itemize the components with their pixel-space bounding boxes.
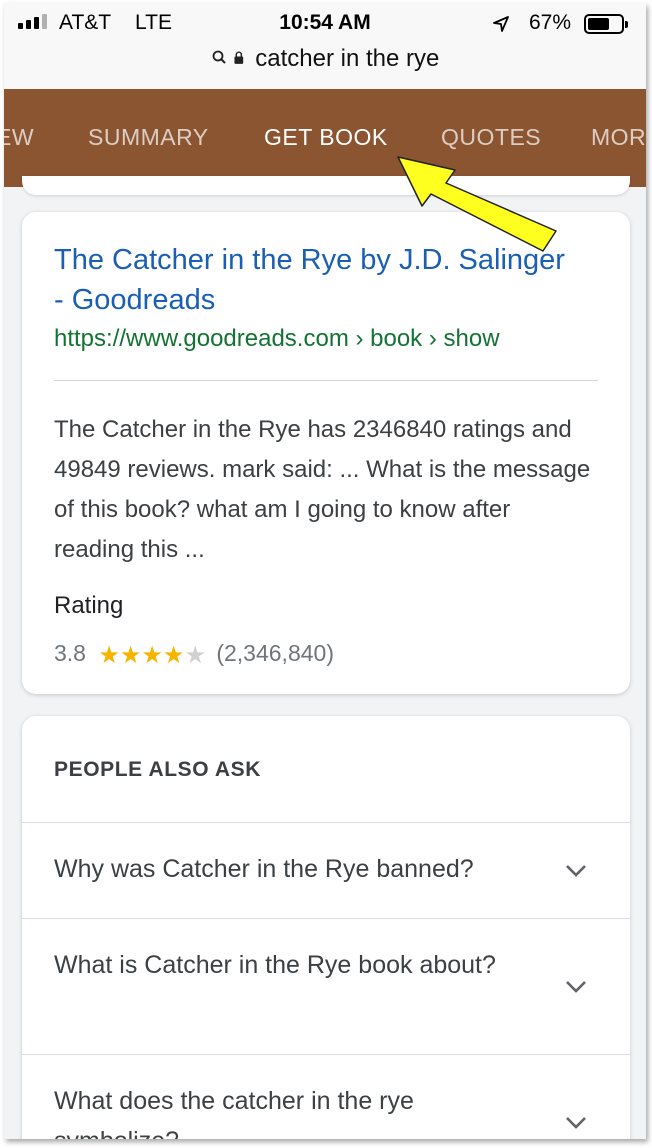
chevron-down-icon (566, 865, 586, 877)
topic-tab-bar: EW SUMMARY GET BOOK QUOTES MOR (4, 89, 646, 187)
rating-row: 3.8 ★★★★★ (2,346,840) (54, 640, 334, 670)
question-item[interactable]: What is Catcher in the Rye book about? (22, 918, 630, 1054)
chevron-down-icon (566, 1117, 586, 1129)
tab-overview[interactable]: EW (4, 124, 34, 151)
star-empty-icon: ★ (184, 642, 206, 669)
people-also-ask-card: PEOPLE ALSO ASK Why was Catcher in the R… (22, 716, 630, 1139)
chevron-down-icon (566, 981, 586, 993)
phone-screen: AT&T LTE 10:54 AM 67% catcher in the rye (4, 3, 646, 1139)
tab-more[interactable]: MOR (591, 124, 646, 151)
lock-icon (234, 51, 243, 64)
star-filled-icon: ★ (119, 642, 142, 669)
star-filled-icon: ★ (162, 642, 185, 669)
result-url[interactable]: https://www.goodreads.com › book › show (54, 325, 500, 353)
star-filled-icon: ★ (141, 642, 163, 669)
star-rating: ★★★★★ (98, 641, 206, 670)
address-bar[interactable]: catcher in the rye (4, 45, 646, 73)
divider (54, 380, 598, 381)
tab-quotes[interactable]: QUOTES (441, 124, 541, 151)
question-item[interactable]: Why was Catcher in the Rye banned? (22, 822, 630, 918)
rating-value: 3.8 (54, 640, 86, 666)
search-icon (212, 50, 226, 64)
tab-summary[interactable]: SUMMARY (88, 124, 209, 151)
location-arrow-icon (493, 16, 509, 32)
battery-percent: 67% (529, 11, 572, 34)
question-text: What is Catcher in the Rye book about? (54, 951, 496, 979)
previous-card-edge (22, 176, 630, 195)
address-query: catcher in the rye (255, 45, 440, 72)
result-snippet: The Catcher in the Rye has 2346840 ratin… (54, 416, 591, 563)
result-title-link[interactable]: The Catcher in the Rye by J.D. Salinger … (54, 240, 574, 320)
star-filled-icon: ★ (98, 642, 120, 669)
people-also-ask-heading: PEOPLE ALSO ASK (54, 758, 261, 781)
status-bar: AT&T LTE 10:54 AM 67% (4, 3, 646, 43)
rating-label: Rating (54, 592, 124, 619)
battery-icon (584, 14, 628, 34)
question-text: Why was Catcher in the Rye banned? (54, 855, 474, 883)
tab-get-book[interactable]: GET BOOK (264, 124, 388, 151)
rating-count: (2,346,840) (216, 640, 334, 666)
question-item[interactable]: What does the catcher in the rye symboli… (22, 1054, 630, 1139)
question-text: What does the catcher in the rye symboli… (54, 1087, 414, 1139)
browser-top-bar: AT&T LTE 10:54 AM 67% catcher in the rye (4, 3, 646, 89)
search-result-card: The Catcher in the Rye by J.D. Salinger … (22, 212, 630, 694)
